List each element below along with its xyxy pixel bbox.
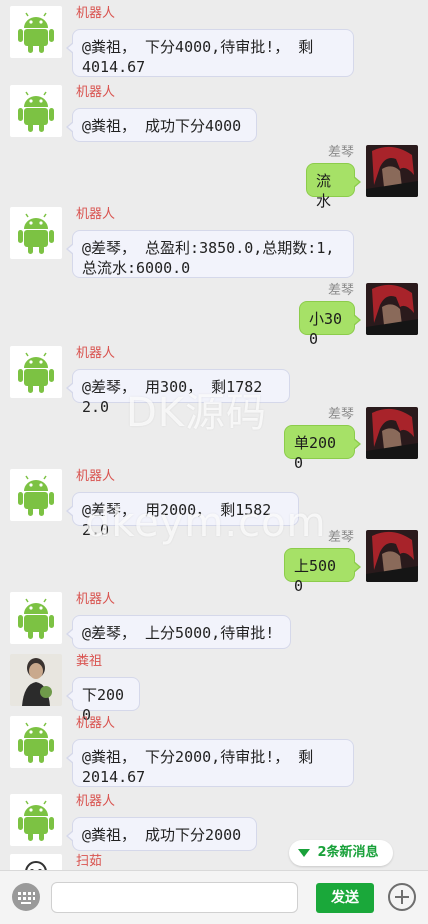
chat-message: 差琴上5000	[0, 530, 428, 600]
chat-message: 机器人 @差琴， 上分5000,待审批!	[0, 592, 428, 662]
cartoon-avatar[interactable]	[10, 854, 62, 870]
sender-name: 机器人	[76, 85, 116, 100]
sender-name: 差琴	[327, 407, 354, 422]
chat-message: 机器人 @粪祖， 下分4000,待审批!， 剩 4014.67	[0, 6, 428, 77]
android-robot-avatar[interactable]	[10, 6, 62, 58]
message-bubble[interactable]: @粪祖， 下分4000,待审批!， 剩 4014.67	[66, 29, 354, 77]
man-photo-avatar[interactable]	[10, 654, 62, 706]
new-messages-badge[interactable]: 2条新消息	[289, 840, 393, 866]
message-bubble[interactable]: @差琴， 总盈利:3850.0,总期数:1, 总流水:6000.0	[66, 230, 354, 278]
chat-message: 粪祖下2000	[0, 654, 428, 724]
send-button[interactable]: 发送	[316, 883, 374, 913]
new-messages-label: 2条新消息	[317, 845, 379, 860]
message-bubble[interactable]: 流水	[306, 163, 361, 210]
sender-name: 机器人	[76, 469, 116, 484]
sender-name: 差琴	[327, 283, 354, 298]
android-robot-avatar[interactable]	[10, 85, 62, 137]
chat-message: 机器人 @粪祖， 下分2000,待审批!， 剩 2014.67	[0, 716, 428, 787]
message-bubble[interactable]: @粪祖， 成功下分4000	[66, 108, 257, 142]
sender-name: 机器人	[76, 346, 116, 361]
message-bubble[interactable]: 小300	[299, 301, 361, 348]
android-robot-avatar[interactable]	[10, 469, 62, 521]
android-robot-avatar[interactable]	[10, 207, 62, 259]
plus-icon[interactable]	[388, 883, 416, 911]
message-bubble[interactable]: 下2000	[66, 677, 140, 724]
sender-name: 机器人	[76, 6, 116, 21]
android-robot-avatar[interactable]	[10, 794, 62, 846]
red-hair-character-avatar[interactable]	[366, 283, 418, 335]
android-robot-avatar[interactable]	[10, 346, 62, 398]
sender-name: 机器人	[76, 794, 116, 809]
android-robot-avatar[interactable]	[10, 592, 62, 644]
message-bubble[interactable]: @差琴， 用300， 剩17822.0	[66, 369, 290, 416]
message-bubble[interactable]: 上5000	[284, 548, 361, 595]
input-bar: 发送	[0, 870, 428, 924]
message-bubble[interactable]: @粪祖， 成功下分2000	[66, 817, 257, 851]
chat-message: 差琴小300	[0, 283, 428, 353]
chat-message: 机器人 @差琴， 用2000， 剩15822.0	[0, 469, 428, 539]
sender-name: 机器人	[76, 716, 116, 731]
chat-message: 差琴流水	[0, 145, 428, 215]
red-hair-character-avatar[interactable]	[366, 407, 418, 459]
sender-name: 粪祖	[76, 654, 103, 669]
sender-name: 机器人	[76, 592, 116, 607]
red-hair-character-avatar[interactable]	[366, 145, 418, 197]
keyboard-icon[interactable]	[12, 883, 40, 911]
chat-message: 机器人 @差琴， 总盈利:3850.0,总期数:1, 总流水:6000.0	[0, 207, 428, 278]
message-bubble[interactable]: @差琴， 上分5000,待审批!	[66, 615, 291, 649]
message-input[interactable]	[51, 882, 298, 913]
message-bubble[interactable]: 单2000	[284, 425, 361, 472]
chat-message: 机器人 @差琴， 用300， 剩17822.0	[0, 346, 428, 416]
chat-message: 差琴单2000	[0, 407, 428, 477]
sender-name: 机器人	[76, 207, 116, 222]
sender-name: 差琴	[327, 530, 354, 545]
sender-name: 差琴	[327, 145, 354, 160]
red-hair-character-avatar[interactable]	[366, 530, 418, 582]
triangle-down-icon	[298, 849, 310, 857]
message-bubble[interactable]: @粪祖， 下分2000,待审批!， 剩 2014.67	[66, 739, 354, 787]
android-robot-avatar[interactable]	[10, 716, 62, 768]
message-bubble[interactable]: @差琴， 用2000， 剩15822.0	[66, 492, 299, 539]
chat-feed[interactable]: 机器人 @粪祖， 下分4000,待审批!， 剩 4014.67 机器人 @粪祖， 成功…	[0, 0, 428, 870]
sender-name: 扫茹	[76, 854, 103, 869]
